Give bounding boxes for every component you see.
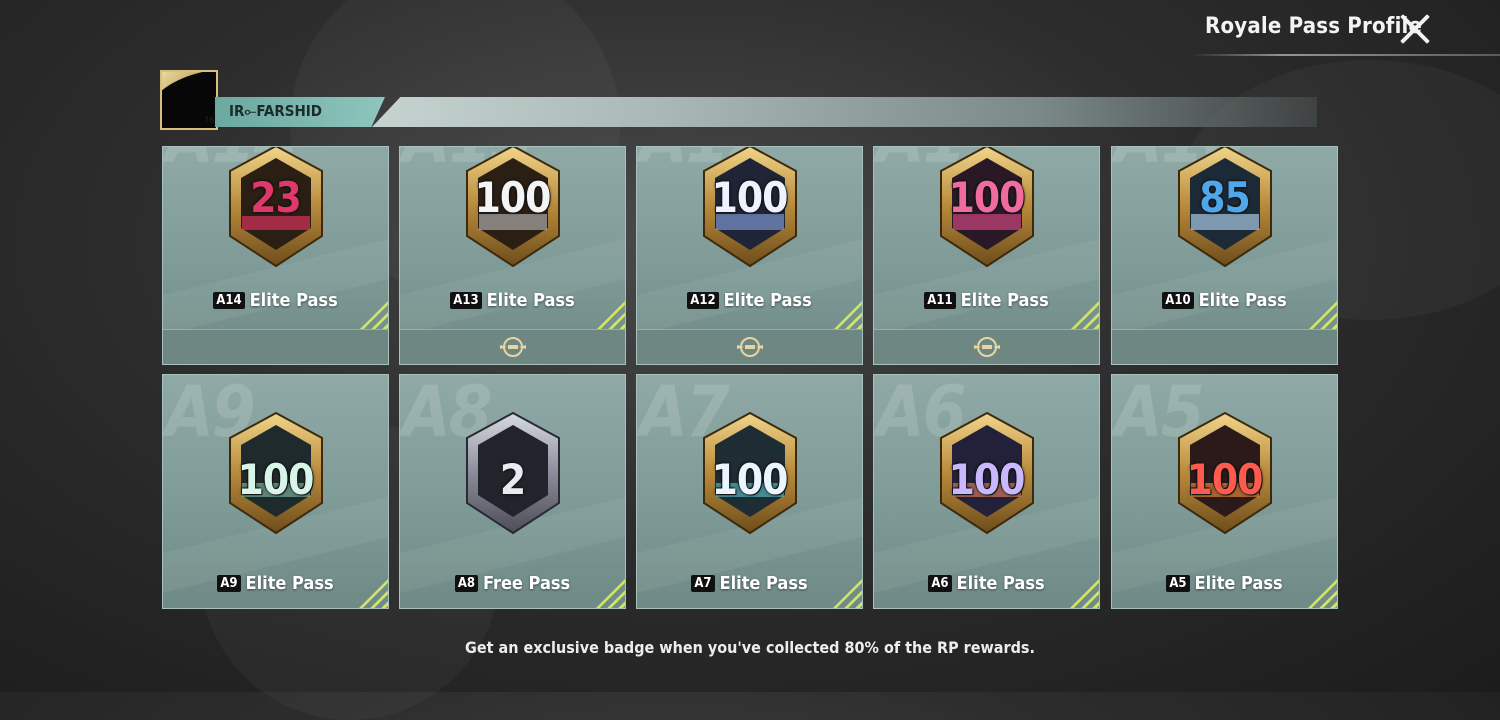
- pass-type: Elite Pass: [1198, 290, 1287, 311]
- card-footer: [163, 329, 388, 364]
- season-tag: A9: [217, 575, 241, 592]
- pass-type: Elite Pass: [956, 573, 1045, 594]
- pass-label: A8 Free Pass: [400, 573, 625, 594]
- season-tag: A6: [928, 575, 952, 592]
- season-tag: A8: [454, 575, 479, 592]
- season-card-a9[interactable]: A9 100 A9 Elite Pass: [162, 374, 389, 609]
- card-footer: [637, 329, 862, 364]
- season-card-a7[interactable]: A7 100 A7 Elite Pass: [636, 374, 863, 609]
- pass-type: Elite Pass: [249, 290, 338, 311]
- season-tag: A13: [450, 292, 482, 309]
- header-divider: [1190, 54, 1500, 56]
- season-tag: A14: [213, 292, 245, 309]
- card-footer: [874, 329, 1099, 364]
- badge-level: 23: [250, 173, 302, 222]
- badge-level: 100: [237, 455, 315, 504]
- season-tag: A10: [1162, 292, 1194, 309]
- avatar-level: 76: [204, 116, 215, 126]
- badge-level: 2: [499, 455, 526, 504]
- pass-type: Free Pass: [483, 573, 571, 594]
- season-tag: A7: [691, 575, 715, 592]
- badge-level: 100: [948, 455, 1026, 504]
- pass-type: Elite Pass: [723, 290, 812, 311]
- badge-level: 100: [1186, 455, 1264, 504]
- pass-label: A14 Elite Pass: [163, 290, 388, 311]
- badge-level: 85: [1199, 173, 1251, 222]
- season-tag: A5: [1166, 575, 1190, 592]
- pass-type: Elite Pass: [719, 573, 808, 594]
- season-card-a11[interactable]: A11 100 A11Elite Pass: [873, 146, 1100, 365]
- pass-label: A6 Elite Pass: [874, 573, 1099, 594]
- card-footer: [400, 329, 625, 364]
- page-title: Royale Pass Profile: [1205, 14, 1423, 39]
- pass-type: Elite Pass: [245, 573, 334, 594]
- pass-label: A11 Elite Pass: [874, 290, 1099, 311]
- pass-label: A5 Elite Pass: [1112, 573, 1337, 594]
- exclusive-badge-icon[interactable]: [736, 336, 764, 358]
- badge-level: 100: [711, 455, 789, 504]
- season-card-a8[interactable]: A8 2 A8 Free Pass: [399, 374, 626, 609]
- profile-banner: [372, 97, 1317, 127]
- pass-label: A9 Elite Pass: [163, 573, 388, 594]
- season-card-a14[interactable]: A14 23 A14Elite Pass: [162, 146, 389, 365]
- season-card-a6[interactable]: A6 100 A6 Elite Pass: [873, 374, 1100, 609]
- pass-label: A13 Elite Pass: [400, 290, 625, 311]
- exclusive-badge-icon[interactable]: [499, 336, 527, 358]
- pass-type: Elite Pass: [486, 290, 575, 311]
- close-button[interactable]: [1398, 12, 1432, 46]
- badge-level: 100: [948, 173, 1026, 222]
- season-tag: A12: [687, 292, 719, 309]
- badge-level: 100: [711, 173, 789, 222]
- player-name: IR⟜FARSHID: [229, 102, 322, 120]
- season-tag: A11: [924, 292, 956, 309]
- season-card-a12[interactable]: A12 100 A12Elite Pass: [636, 146, 863, 365]
- badge-level: 100: [474, 173, 552, 222]
- exclusive-badge-icon[interactable]: [973, 336, 1001, 358]
- pass-type: Elite Pass: [1194, 573, 1283, 594]
- pass-label: A10 Elite Pass: [1112, 290, 1337, 311]
- pass-label: A12 Elite Pass: [637, 290, 862, 311]
- season-card-a5[interactable]: A5 100 A5 Elite Pass: [1111, 374, 1338, 609]
- pass-type: Elite Pass: [960, 290, 1049, 311]
- pass-label: A7 Elite Pass: [637, 573, 862, 594]
- season-card-a13[interactable]: A13 100 A13Elite Pass: [399, 146, 626, 365]
- season-card-a10[interactable]: A10 85 A10Elite Pass: [1111, 146, 1338, 365]
- footer-note: Get an exclusive badge when you've colle…: [465, 638, 1035, 657]
- card-footer: [1112, 329, 1337, 364]
